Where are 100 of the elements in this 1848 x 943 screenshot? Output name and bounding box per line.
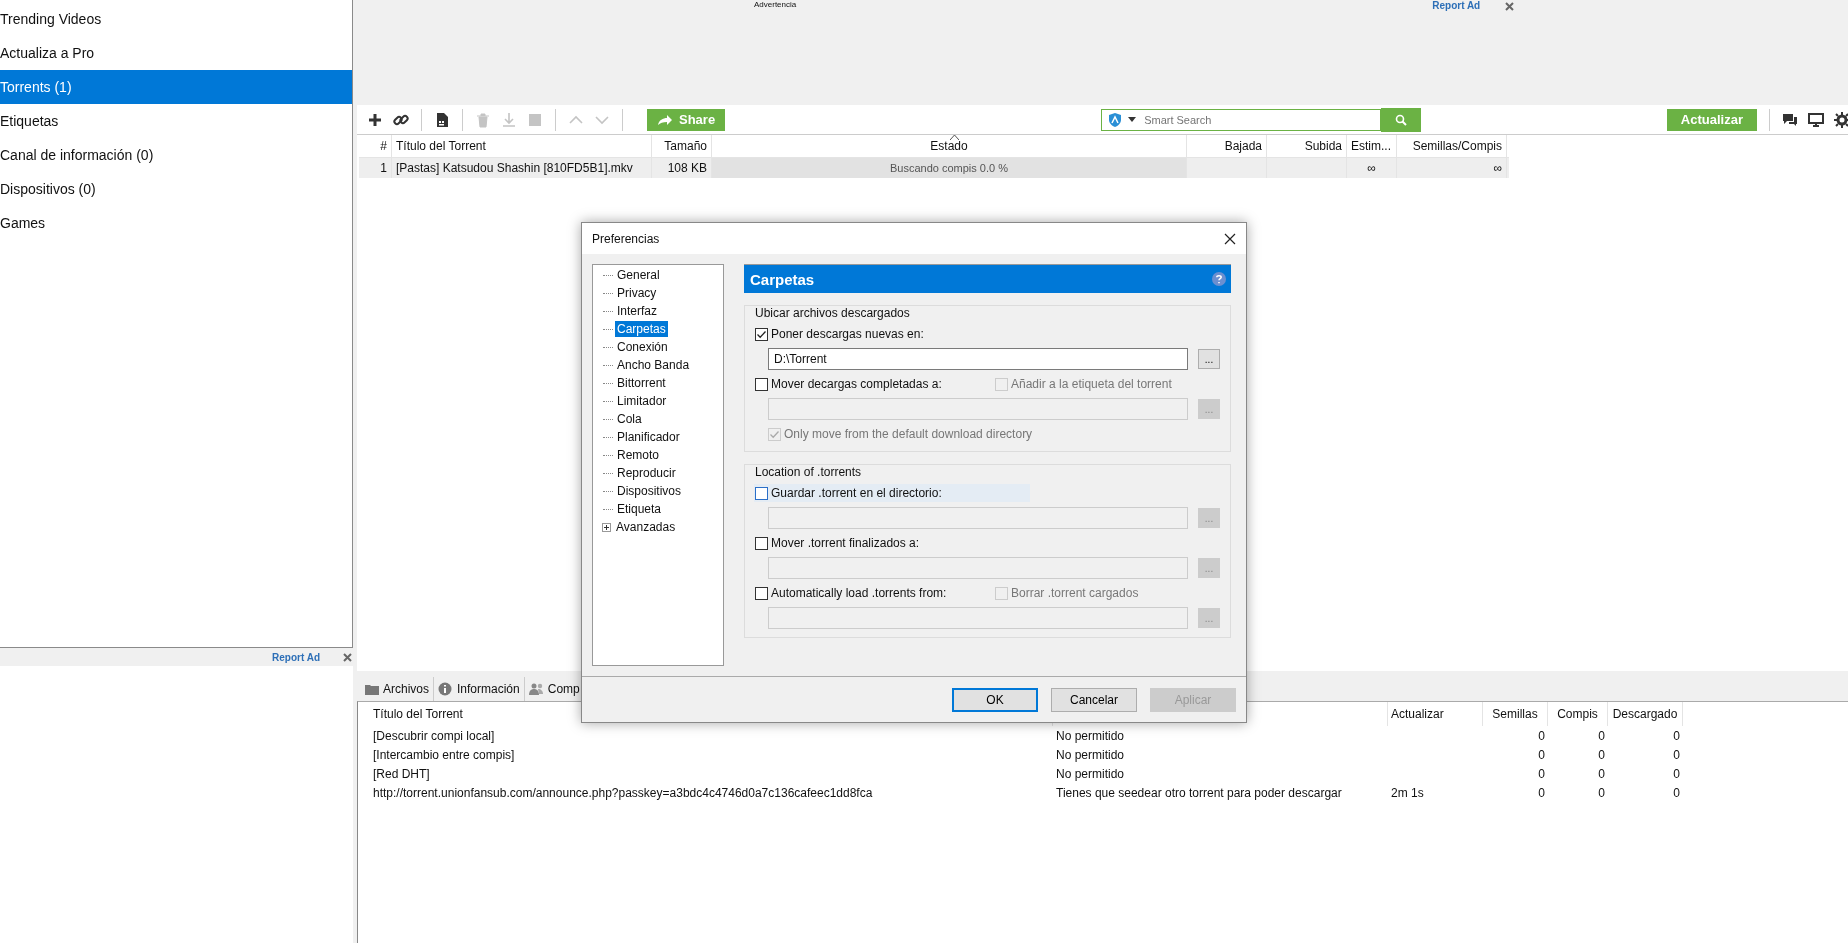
table-cell-text: No permitido	[1055, 727, 1126, 745]
column-header[interactable]: Semillas/Compis	[1397, 135, 1507, 157]
tree-item[interactable]: General	[615, 267, 662, 284]
panel-tab[interactable]: Información	[434, 677, 525, 701]
panel-heading: Carpetas	[750, 270, 815, 288]
table-cell: [Pastas] Katsudou Shashin [810FD5B1].mkv	[392, 158, 652, 178]
checkbox[interactable]	[755, 377, 768, 391]
search-button[interactable]	[1381, 107, 1422, 132]
sidebar-item[interactable]: Etiquetas	[0, 104, 352, 138]
table-cell-text: [Red DHT]	[372, 765, 431, 783]
column-header[interactable]: Bajada	[1187, 135, 1267, 157]
tree-item[interactable]: Carpetas	[615, 321, 668, 338]
table-cell-text: No permitido	[1055, 746, 1126, 764]
table-cell-text: 0	[1537, 727, 1546, 745]
sidebar-item[interactable]: Dispositivos (0)	[0, 172, 352, 206]
tree-item[interactable]: Cola	[615, 411, 644, 428]
table-cell-text: 0	[1672, 784, 1681, 802]
tree-item[interactable]: Planificador	[615, 429, 682, 446]
sort-icon	[950, 135, 959, 140]
sidebar-item[interactable]: Games	[0, 206, 352, 240]
search-box[interactable]: Smart Search	[1101, 108, 1382, 131]
expand-icon[interactable]	[602, 522, 611, 532]
checkbox[interactable]	[755, 586, 768, 600]
table-cell-text: 2m 1s	[1390, 784, 1425, 802]
column-header[interactable]: Compis	[1548, 702, 1608, 726]
info-icon	[438, 682, 453, 696]
table-cell-text: 0	[1672, 765, 1681, 783]
column-header[interactable]: Tamaño	[652, 135, 712, 157]
tree-item[interactable]: Interfaz	[615, 303, 660, 320]
column-header[interactable]: Subida	[1267, 135, 1347, 157]
ad-label: Advertencia	[754, 0, 797, 9]
column-header[interactable]: #	[359, 135, 392, 157]
dialog-title: Preferencias	[592, 231, 660, 246]
sidebar-item[interactable]: Canal de información (0)	[0, 138, 352, 172]
close-icon[interactable]	[1224, 232, 1236, 245]
table-cell-text: http://torrent.unionfansub.com/announce.php?passkey=a3bdc4c4746d0a7c136cafeec1dd8fca	[372, 784, 874, 802]
table-cell: 1	[359, 158, 392, 178]
table-cell-text: 0	[1537, 746, 1546, 764]
report-ad-link[interactable]: Report Ad	[272, 651, 320, 663]
checkbox-label: Borrar .torrent cargados	[1011, 586, 1139, 601]
search-field[interactable]: Smart Search	[1142, 112, 1375, 127]
panel-tab[interactable]: Archivos	[360, 677, 434, 701]
table-cell: Buscando compis 0.0 %	[712, 158, 1187, 178]
tree-item[interactable]: Ancho Banda	[615, 357, 692, 374]
browse-button[interactable]: ...	[1198, 349, 1220, 370]
column-header[interactable]: Descargado	[1608, 702, 1683, 726]
table-cell-text: 0	[1672, 727, 1681, 745]
shield-icon	[1108, 112, 1123, 127]
share-arrow-icon	[657, 113, 673, 126]
table-cell-text: 0	[1597, 765, 1606, 783]
monitor-icon[interactable]	[1808, 111, 1824, 128]
table-cell-text: [Intercambio entre compis]	[372, 746, 516, 764]
dialog-button[interactable]: Cancelar	[1051, 687, 1137, 712]
tree-item[interactable]: Reproducir	[615, 465, 678, 482]
checkbox-label: Guardar .torrent en el directorio:	[771, 486, 942, 501]
sidebar-item[interactable]: Trending Videos	[0, 2, 352, 36]
checkbox-label: Mover .torrent finalizados a:	[771, 536, 920, 551]
table-cell-text: 0	[1597, 784, 1606, 802]
tree-item[interactable]: Privacy	[615, 285, 659, 302]
table-cell: ∞	[1347, 158, 1397, 178]
people-icon	[528, 682, 544, 696]
sidebar-item[interactable]: Actualiza a Pro	[0, 36, 352, 70]
settings-icon[interactable]	[1834, 111, 1848, 128]
help-icon[interactable]	[1212, 272, 1226, 287]
column-header[interactable]: Estado	[712, 135, 1187, 157]
dialog-button[interactable]: OK	[952, 687, 1038, 712]
table-cell-text: 0	[1537, 784, 1546, 802]
column-header[interactable]: Título del Torrent	[392, 135, 652, 157]
checkbox-label: Mover decargas completadas a:	[771, 377, 942, 392]
table-cell-text: No permitido	[1055, 765, 1126, 783]
folder-icon	[364, 682, 379, 696]
column-header[interactable]: Estim...	[1347, 135, 1397, 157]
chat-icon[interactable]	[1782, 111, 1798, 128]
column-header[interactable]: Semillas	[1483, 702, 1548, 726]
checkbox[interactable]	[755, 486, 768, 500]
checkbox-label: Only move from the default download directory	[784, 427, 1033, 442]
caret-icon	[1128, 117, 1137, 122]
tree-item[interactable]: Conexión	[615, 339, 670, 356]
path-field[interactable]: D:\Torrent	[768, 348, 1188, 371]
tree-item[interactable]: Avanzadas	[614, 519, 678, 536]
plus-icon[interactable]	[367, 111, 383, 128]
checkbox[interactable]	[755, 327, 768, 341]
report-ad-link[interactable]: Report Ad	[1432, 0, 1481, 11]
checkbox-label: Añadir a la etiqueta del torrent	[1011, 377, 1172, 392]
table-cell-text: 0	[1597, 727, 1606, 745]
tree-item[interactable]: Remoto	[615, 447, 662, 464]
tree-item[interactable]: Bittorrent	[615, 375, 668, 392]
group-title: Ubicar archivos descargados	[755, 306, 911, 321]
sidebar-item[interactable]: Torrents (1)	[0, 70, 352, 104]
table-cell-text: Tienes que seedear otro torrent para poder descargar	[1055, 784, 1343, 802]
tree-item[interactable]: Dispositivos	[615, 483, 684, 500]
table-cell-text: 0	[1597, 746, 1606, 764]
table-cell: ∞	[1397, 158, 1507, 178]
table-cell-text: 0	[1537, 765, 1546, 783]
table-cell-text: [Descubrir compi local]	[372, 727, 496, 745]
tree-item[interactable]: Limitador	[615, 393, 669, 410]
document-icon[interactable]	[434, 111, 450, 128]
checkbox[interactable]	[755, 536, 768, 550]
column-header[interactable]: Actualizar	[1388, 702, 1483, 726]
tree-item[interactable]: Etiqueta	[615, 501, 664, 518]
